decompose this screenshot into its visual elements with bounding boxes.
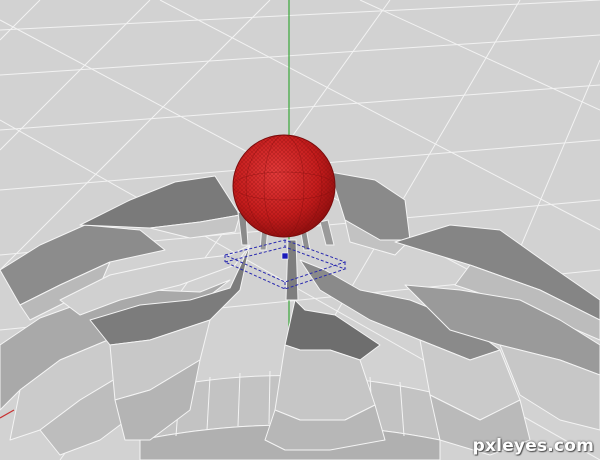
- viewport-canvas[interactable]: Y: [0, 0, 600, 460]
- 3d-viewport[interactable]: Y: [0, 0, 600, 460]
- x-axis-line: [0, 409, 15, 419]
- pivot-handle[interactable]: [281, 252, 289, 260]
- watermark-text: pxleyes.com: [472, 436, 594, 456]
- sphere-object[interactable]: [232, 134, 336, 238]
